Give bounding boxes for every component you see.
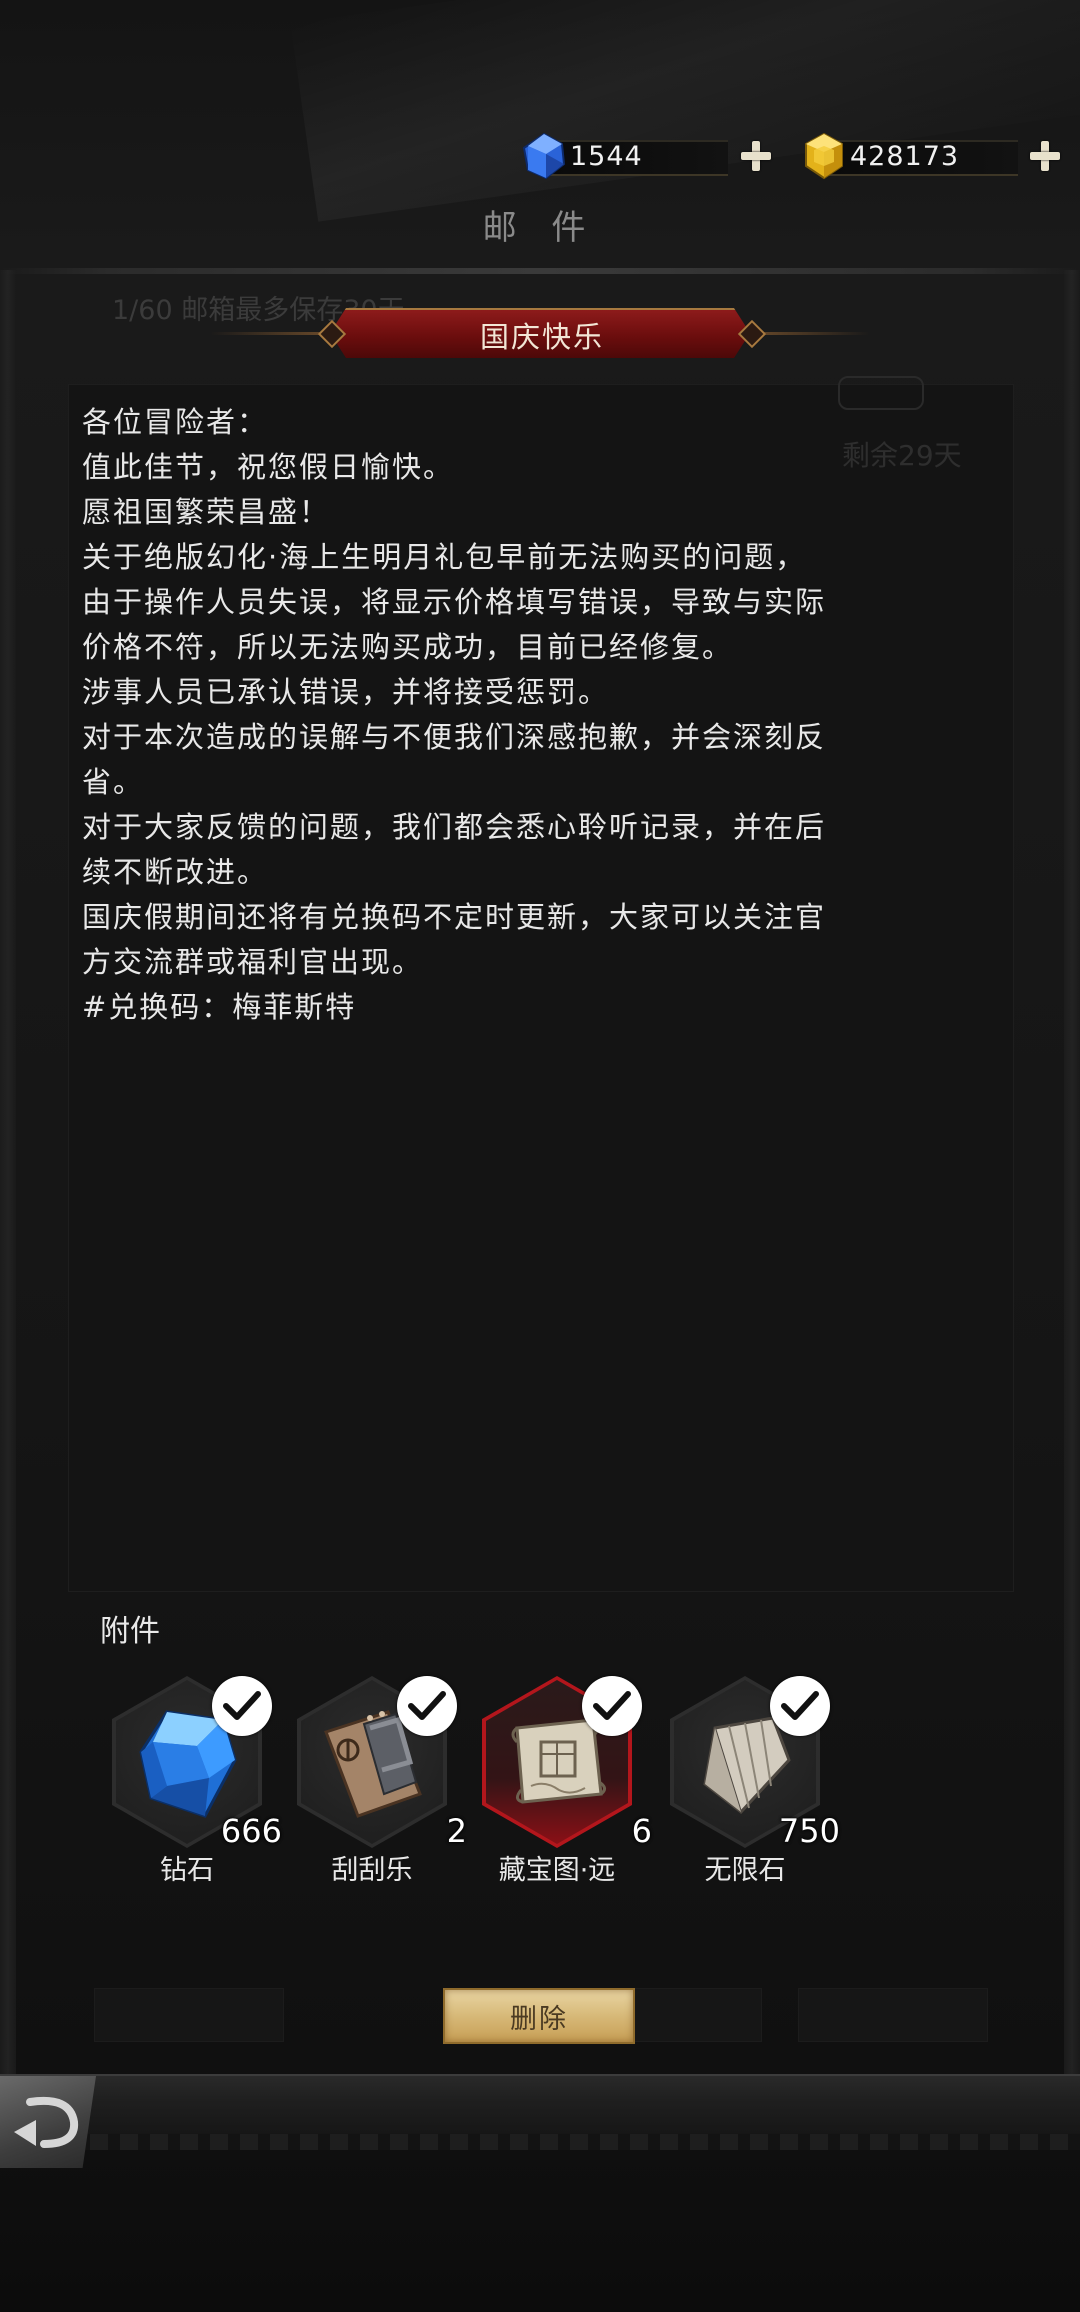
item-name: 无限石 xyxy=(704,1855,786,1886)
mail-line: 愿祖国繁荣昌盛！ xyxy=(82,495,331,529)
back-arrow-icon xyxy=(14,2097,79,2148)
add-diamond-button[interactable] xyxy=(738,138,771,174)
gold-currency: 428173 xyxy=(800,132,1060,180)
blue-gem-icon xyxy=(520,132,568,180)
frame-right xyxy=(1064,270,1080,2082)
background-button-left xyxy=(94,1988,284,2042)
attachment-item-diamond[interactable]: 666 钻石 xyxy=(92,1676,282,1896)
attachment-item-stone[interactable]: 750 无限石 xyxy=(650,1676,840,1896)
attachment-item-treasure-map[interactable]: 6 藏宝图·远 xyxy=(462,1676,652,1896)
item-quantity: 750 xyxy=(778,1812,840,1850)
mail-subject: 国庆快乐 xyxy=(479,320,604,354)
mail-subject-header: 国庆快乐 xyxy=(0,306,1080,362)
delete-button-label: 删除 xyxy=(510,2003,568,2035)
mail-line: 涉事人员已承认错误，并将接受惩罚。 xyxy=(82,675,610,709)
frame-left xyxy=(0,270,16,2082)
item-quantity: 6 xyxy=(631,1812,652,1850)
mail-body: 各位冒险者： 值此佳节，祝您假日愉快。 愿祖国繁荣昌盛！ 关于绝版幻化·海上生明… xyxy=(82,400,1002,1030)
attachment-item-scratch-card[interactable]: 2 刮刮乐 xyxy=(277,1676,467,1896)
mail-line: 对于大家反馈的问题，我们都会悉心聆听记录，并在后 xyxy=(82,810,827,844)
add-gold-button[interactable] xyxy=(1027,138,1060,174)
ribbon-line-right xyxy=(750,332,870,335)
check-icon xyxy=(397,1676,457,1736)
check-icon xyxy=(582,1676,642,1736)
mail-line: 由于操作人员失误，将显示价格填写错误，导致与实际 xyxy=(82,585,827,619)
diamond-amount: 1544 xyxy=(570,140,643,172)
gold-amount: 428173 xyxy=(850,140,960,172)
mail-line: 方交流群或福利官出现。 xyxy=(82,945,424,979)
diamond-currency: 1544 xyxy=(520,132,771,180)
mail-line: 值此佳节，祝您假日愉快。 xyxy=(82,450,455,484)
mail-line: 关于绝版幻化·海上生明月礼包早前无法购买的问题， xyxy=(82,540,807,574)
check-icon xyxy=(770,1676,830,1736)
mail-line: 国庆假期间还将有兑换码不定时更新，大家可以关注官 xyxy=(82,900,827,934)
bottom-bar xyxy=(0,2074,1080,2150)
ribbon-line-left xyxy=(210,332,330,335)
yellow-gem-icon xyxy=(800,132,848,180)
page-title: 邮 件 xyxy=(482,208,598,248)
mail-line: 各位冒险者： xyxy=(82,405,269,439)
mail-line: 续不断改进。 xyxy=(82,855,269,889)
back-button[interactable] xyxy=(0,2076,96,2168)
item-quantity: 666 xyxy=(220,1812,282,1850)
delete-button[interactable]: 删除 xyxy=(443,1988,635,2044)
mail-line: #兑换码：梅菲斯特 xyxy=(82,990,357,1024)
mail-line: 对于本次造成的误解与不便我们深感抱歉，并会深刻反 xyxy=(82,720,827,754)
divider xyxy=(0,268,1080,274)
attachments-label: 附件 xyxy=(100,1614,160,1649)
subject-ribbon: 国庆快乐 xyxy=(330,308,750,358)
mail-line: 省。 xyxy=(82,765,145,799)
background-button-right xyxy=(798,1988,988,2042)
check-icon xyxy=(212,1676,272,1736)
mail-line: 价格不符，所以无法购买成功，目前已经修复。 xyxy=(82,630,734,664)
